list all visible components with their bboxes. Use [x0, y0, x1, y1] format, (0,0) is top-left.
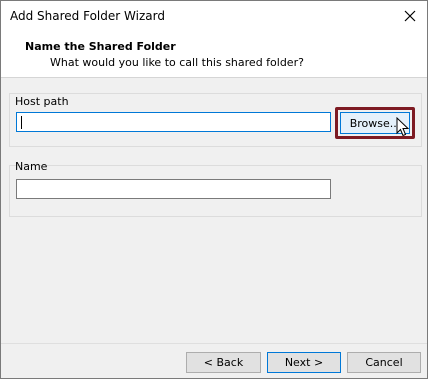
name-input[interactable]	[16, 179, 331, 199]
text-caret	[21, 116, 22, 129]
name-label: Name	[15, 160, 48, 173]
host-path-label: Host path	[15, 95, 69, 108]
back-button-label: < Back	[203, 356, 244, 369]
back-button[interactable]: < Back	[186, 352, 261, 373]
footer-divider	[1, 343, 427, 344]
browse-button-label: Browse...	[349, 116, 401, 130]
cancel-button[interactable]: Cancel	[347, 352, 421, 373]
title-bar: Add Shared Folder Wizard	[1, 1, 427, 31]
page-title: Name the Shared Folder	[25, 40, 176, 53]
wizard-window: Add Shared Folder Wizard Name the Shared…	[0, 0, 428, 379]
close-button[interactable]	[393, 1, 427, 31]
window-title: Add Shared Folder Wizard	[10, 9, 165, 23]
cancel-button-label: Cancel	[365, 356, 403, 369]
next-button-label: Next >	[284, 356, 324, 369]
page-subtitle: What would you like to call this shared …	[50, 56, 304, 69]
wizard-header: Name the Shared Folder What would you li…	[1, 31, 427, 78]
mouse-pointer-icon	[396, 117, 410, 137]
close-icon	[404, 10, 416, 22]
host-path-input[interactable]	[16, 112, 331, 132]
next-button[interactable]: Next >	[267, 352, 341, 373]
